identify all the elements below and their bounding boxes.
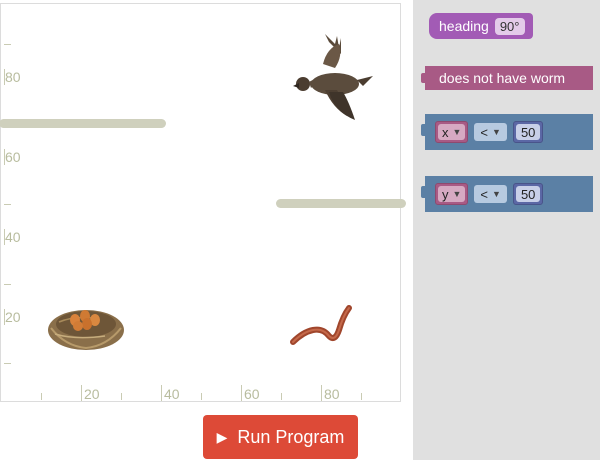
compare-x-block[interactable]: x ▼ < ▼ 50 [421, 114, 593, 150]
dropdown-caret-icon: ▼ [452, 127, 462, 137]
heading-value-field[interactable]: 90° [494, 17, 525, 35]
heading-block[interactable]: heading 90° [429, 13, 533, 39]
y-tick-label: 40 [5, 229, 21, 245]
worm-sprite [290, 305, 352, 345]
game-stage: 80 60 40 20 20 40 60 80 [0, 3, 406, 402]
run-program-label: Run Program [237, 426, 345, 447]
y-variable-label: y [442, 186, 449, 202]
y-tick-mark [4, 363, 11, 364]
x-tick-label: 40 [164, 386, 180, 402]
dropdown-caret-icon: ▼ [452, 189, 462, 199]
y-variable-slot[interactable]: y ▼ [435, 183, 469, 205]
x-tick-mark [121, 393, 122, 400]
run-program-button[interactable]: ▶ Run Program [203, 415, 358, 459]
y-tick-mark [4, 44, 11, 45]
y-number-field[interactable]: 50 [515, 186, 541, 202]
y-tick-mark [4, 284, 11, 285]
compare-y-block[interactable]: y ▼ < ▼ 50 [421, 176, 593, 212]
x-operator-dropdown[interactable]: < ▼ [474, 123, 507, 141]
x-number-field[interactable]: 50 [515, 124, 541, 140]
x-tick-label: 80 [324, 386, 340, 402]
worm-block-label: does not have worm [439, 70, 566, 86]
x-tick-mark [321, 385, 322, 401]
x-tick-mark [161, 385, 162, 401]
bird-sprite [293, 34, 373, 120]
x-tick-label: 20 [84, 386, 100, 402]
dropdown-caret-icon: ▼ [492, 189, 501, 199]
y-tick-label: 60 [5, 149, 21, 165]
y-operator-label: < [480, 186, 489, 202]
play-icon: ▶ [216, 428, 228, 445]
heading-block-label: heading [439, 18, 489, 34]
x-tick-mark [201, 393, 202, 400]
x-number-slot[interactable]: 50 [512, 121, 544, 143]
y-number-slot[interactable]: 50 [512, 183, 544, 205]
nest-sprite [48, 310, 124, 350]
y-tick-mark [4, 204, 11, 205]
x-tick-mark [361, 393, 362, 400]
x-tick-mark [281, 393, 282, 400]
y-tick-label: 20 [5, 309, 21, 325]
y-variable-dropdown[interactable]: y ▼ [438, 186, 466, 202]
barrier-left [0, 119, 166, 128]
x-variable-label: x [442, 124, 449, 140]
x-tick-mark [241, 385, 242, 401]
y-operator-dropdown[interactable]: < ▼ [474, 185, 507, 203]
x-variable-slot[interactable]: x ▼ [435, 121, 469, 143]
block-toolbox: heading 90° does not have worm x ▼ < ▼ 5… [413, 0, 600, 460]
x-operator-label: < [480, 124, 489, 140]
x-variable-dropdown[interactable]: x ▼ [438, 124, 466, 140]
y-tick-label: 80 [5, 69, 21, 85]
dropdown-caret-icon: ▼ [492, 127, 501, 137]
barrier-right [276, 199, 406, 208]
does-not-have-worm-block[interactable]: does not have worm [421, 66, 593, 90]
x-tick-mark [81, 385, 82, 401]
x-tick-label: 60 [244, 386, 260, 402]
x-tick-mark [41, 393, 42, 400]
